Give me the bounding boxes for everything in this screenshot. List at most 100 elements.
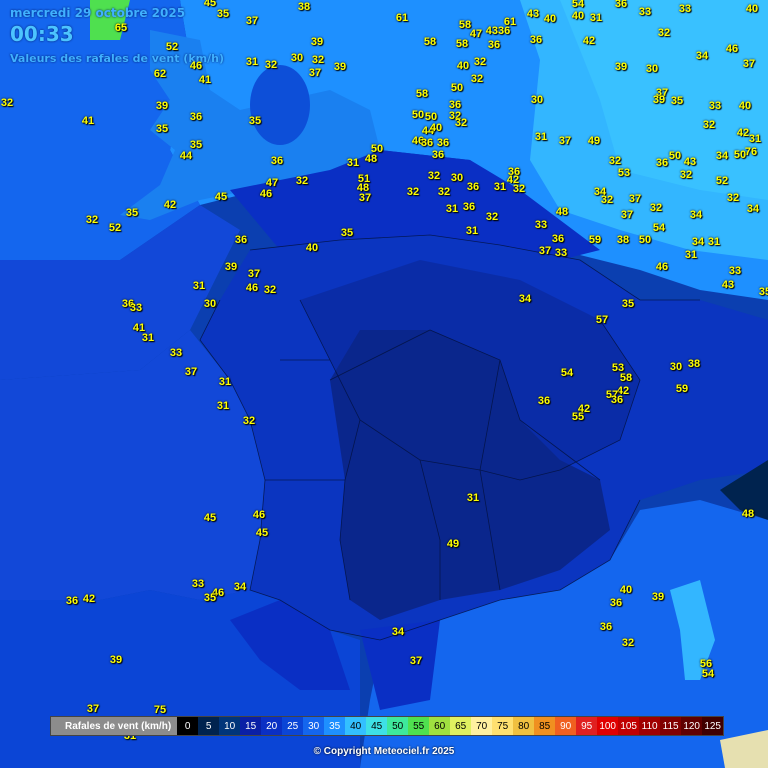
station-value: 32 — [242, 415, 256, 427]
station-value: 32 — [512, 183, 526, 195]
station-value: 36 — [65, 595, 79, 607]
station-value: 31 — [534, 131, 548, 143]
station-value: 31 — [216, 400, 230, 412]
station-value: 33 — [534, 219, 548, 231]
station-value: 48 — [741, 508, 755, 520]
station-value: 33 — [169, 347, 183, 359]
legend-swatch: 65 — [450, 717, 472, 735]
copyright-text: © Copyright Meteociel.fr 2025 — [313, 746, 455, 757]
station-value: 49 — [446, 538, 460, 550]
station-value: 32 — [649, 202, 663, 214]
station-value: 34 — [391, 626, 405, 638]
legend-swatch: 0 — [177, 717, 199, 735]
station-value: 54 — [652, 222, 666, 234]
station-value: 40 — [571, 10, 585, 22]
color-legend: Rafales de vent (km/h) 0 5 10 15 20 25 30 35 40 4… — [50, 716, 725, 736]
station-value: 59 — [675, 383, 689, 395]
station-value: 35 — [670, 95, 684, 107]
legend-swatch: 80 — [513, 717, 535, 735]
station-value: 37 — [628, 193, 642, 205]
station-value: 52 — [108, 222, 122, 234]
station-value: 33 — [129, 302, 143, 314]
station-value: 36 — [462, 201, 476, 213]
station-value: 34 — [689, 209, 703, 221]
station-value: 31 — [466, 492, 480, 504]
station-value: 39 — [333, 61, 347, 73]
station-value: 30 — [669, 361, 683, 373]
station-value: 42 — [82, 593, 96, 605]
station-value: 30 — [645, 63, 659, 75]
station-value: 38 — [616, 234, 630, 246]
station-value: 31 — [748, 133, 762, 145]
station-value: 33 — [191, 578, 205, 590]
station-value: 61 — [395, 12, 409, 24]
legend-swatch: 15 — [240, 717, 262, 735]
station-value: 40 — [543, 13, 557, 25]
legend-swatch: 75 — [492, 717, 514, 735]
station-value: 31 — [493, 181, 507, 193]
station-value: 37 — [86, 703, 100, 715]
station-value: 46 — [245, 282, 259, 294]
station-value: 33 — [554, 247, 568, 259]
station-value: 54 — [701, 668, 715, 680]
legend-swatch: 95 — [576, 717, 598, 735]
station-value: 42 — [582, 35, 596, 47]
station-value: 34 — [715, 150, 729, 162]
station-value: 37 — [184, 366, 198, 378]
station-value: 32 — [621, 637, 635, 649]
station-value: 37 — [742, 58, 756, 70]
station-value: 39 — [651, 591, 665, 603]
station-value: 33 — [708, 100, 722, 112]
station-value: 48 — [555, 206, 569, 218]
station-value: 4336 — [485, 25, 511, 37]
station-value: 33 — [728, 265, 742, 277]
station-value: 32 — [679, 169, 693, 181]
station-value: 50 — [411, 109, 425, 121]
station-value: 31 — [445, 203, 459, 215]
station-value: 42 — [736, 127, 750, 139]
station-value: 65 — [114, 22, 128, 34]
station-value: 36 — [270, 155, 284, 167]
station-value: 32 — [608, 155, 622, 167]
station-value: 47 — [469, 28, 483, 40]
station-value: 36 — [436, 137, 450, 149]
station-value: 34 — [691, 236, 705, 248]
station-value: 32 — [657, 27, 671, 39]
station-value: 34 — [518, 293, 532, 305]
station-value: 32 — [470, 73, 484, 85]
station-value: 30 — [530, 94, 544, 106]
station-value: 43 — [721, 279, 735, 291]
station-value: 53 — [617, 167, 631, 179]
legend-swatch: 90 — [555, 717, 577, 735]
station-value: 36 — [431, 149, 445, 161]
legend-swatch: 5 — [198, 717, 220, 735]
station-value: 39 — [614, 61, 628, 73]
legend-swatch: 125 — [702, 717, 724, 735]
station-value: 40 — [429, 122, 443, 134]
legend-swatch: 35 — [324, 717, 346, 735]
station-value: 76 — [744, 146, 758, 158]
station-value: 41 — [198, 74, 212, 86]
legend-swatch: 55 — [408, 717, 430, 735]
legend-swatch: 70 — [471, 717, 493, 735]
station-value: 48 — [364, 153, 378, 165]
legend-swatch: 120 — [681, 717, 703, 735]
station-value: 37 — [558, 135, 572, 147]
station-value: 52 — [715, 175, 729, 187]
legend-swatch: 40 — [345, 717, 367, 735]
legend-swatch: 20 — [261, 717, 283, 735]
station-value: 31 — [589, 12, 603, 24]
station-value: 36 — [420, 137, 434, 149]
station-value: 41 — [81, 115, 95, 127]
station-value: 57 — [595, 314, 609, 326]
station-value: 59 — [588, 234, 602, 246]
station-value: 36 — [487, 39, 501, 51]
station-value: 31 — [218, 376, 232, 388]
station-value: 32 — [295, 175, 309, 187]
station-value: 42 — [163, 199, 177, 211]
legend-title: Rafales de vent (km/h) — [65, 720, 172, 732]
station-value: 32 — [600, 194, 614, 206]
station-value: 40 — [456, 60, 470, 72]
legend-swatch: 30 — [303, 717, 325, 735]
station-value: 35 — [125, 207, 139, 219]
